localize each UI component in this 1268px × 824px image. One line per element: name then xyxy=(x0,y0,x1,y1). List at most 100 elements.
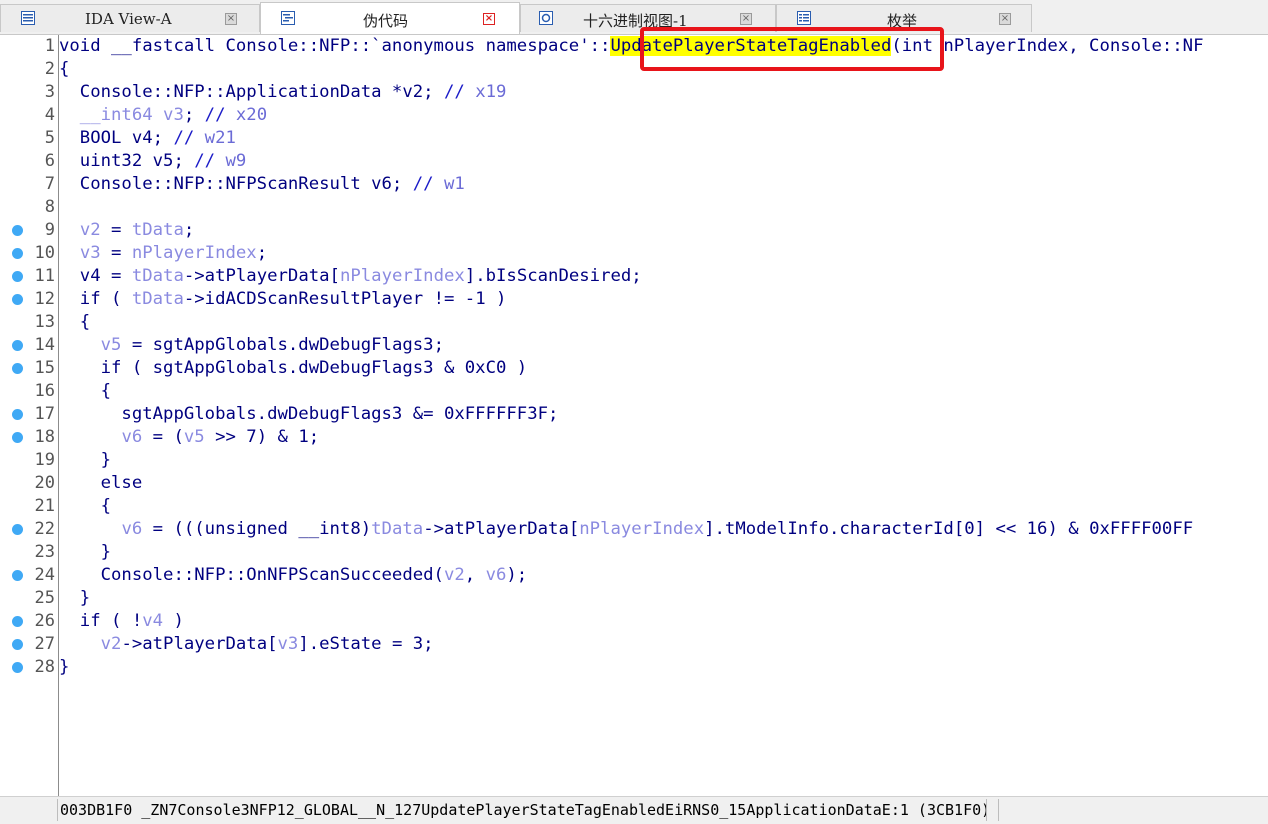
variable[interactable]: v2 xyxy=(80,220,101,240)
breakpoint-dot-icon[interactable] xyxy=(12,225,23,236)
code-text[interactable]: __int64 v3; // x20 xyxy=(59,104,267,127)
breakpoint-dot-icon[interactable] xyxy=(12,616,23,627)
line-number: 4 xyxy=(44,105,55,125)
code-line[interactable]: 17 sgtAppGlobals.dwDebugFlags3 &= 0xFFFF… xyxy=(0,403,1268,426)
code-text[interactable]: v2->atPlayerData[v3].eState = 3; xyxy=(59,633,434,656)
code-line[interactable]: 3 Console::NFP::ApplicationData *v2; // … xyxy=(0,81,1268,104)
variable[interactable]: v6 xyxy=(121,519,142,539)
code-text[interactable]: } xyxy=(59,541,111,564)
code-text[interactable]: v3 = nPlayerIndex; xyxy=(59,242,267,265)
variable[interactable]: tData xyxy=(371,519,423,539)
code-text[interactable]: { xyxy=(59,495,111,518)
breakpoint-dot-icon[interactable] xyxy=(12,340,23,351)
variable[interactable]: v2 xyxy=(444,565,465,585)
code-line[interactable]: 7 Console::NFP::NFPScanResult v6; // w1 xyxy=(0,173,1268,196)
status-separator xyxy=(57,799,58,821)
close-icon[interactable]: × xyxy=(483,13,495,25)
variable[interactable]: tData xyxy=(132,289,184,309)
variable[interactable]: tData xyxy=(132,220,184,240)
code-text[interactable]: { xyxy=(59,58,69,81)
code-text[interactable]: v6 = (v5 >> 7) & 1; xyxy=(59,426,319,449)
code-text[interactable]: Console::NFP::NFPScanResult v6; // w1 xyxy=(59,173,465,196)
tab-bar: IDA View-A × 伪代码 × 十六进制视图-1 × 枚举 × xyxy=(0,0,1268,35)
variable[interactable]: v6 xyxy=(486,565,507,585)
variable[interactable]: nPlayerIndex xyxy=(579,519,704,539)
variable[interactable]: v6 xyxy=(121,427,142,447)
tab-pseudocode[interactable]: 伪代码 × xyxy=(260,2,520,34)
breakpoint-dot-icon[interactable] xyxy=(12,248,23,259)
code-line[interactable]: 24 Console::NFP::OnNFPScanSucceeded(v2, … xyxy=(0,564,1268,587)
breakpoint-dot-icon[interactable] xyxy=(12,409,23,420)
code-line[interactable]: 12 if ( tData->idACDScanResultPlayer != … xyxy=(0,288,1268,311)
code-line[interactable]: 18 v6 = (v5 >> 7) & 1; xyxy=(0,426,1268,449)
variable[interactable]: v4 xyxy=(142,611,163,631)
breakpoint-dot-icon[interactable] xyxy=(12,570,23,581)
code-line[interactable]: 26 if ( !v4 ) xyxy=(0,610,1268,633)
code-line[interactable]: 19 } xyxy=(0,449,1268,472)
code-text[interactable]: void __fastcall Console::NFP::`anonymous… xyxy=(59,35,1204,58)
code-line[interactable]: 15 if ( sgtAppGlobals.dwDebugFlags3 & 0x… xyxy=(0,357,1268,380)
code-line[interactable]: 20 else xyxy=(0,472,1268,495)
code-line[interactable]: 25 } xyxy=(0,587,1268,610)
code-line[interactable]: 14 v5 = sgtAppGlobals.dwDebugFlags3; xyxy=(0,334,1268,357)
code-text[interactable]: v4 = tData->atPlayerData[nPlayerIndex].b… xyxy=(59,265,642,288)
code-line[interactable]: 10 v3 = nPlayerIndex; xyxy=(0,242,1268,265)
code-text[interactable]: if ( !v4 ) xyxy=(59,610,184,633)
code-line[interactable]: 13 { xyxy=(0,311,1268,334)
code-text[interactable]: if ( sgtAppGlobals.dwDebugFlags3 & 0xC0 … xyxy=(59,357,528,380)
code-text[interactable]: { xyxy=(59,380,111,403)
code-line[interactable]: 5 BOOL v4; // w21 xyxy=(0,127,1268,150)
code-text[interactable]: BOOL v4; // w21 xyxy=(59,127,236,150)
code-line[interactable]: 28 } xyxy=(0,656,1268,679)
code-text[interactable]: } xyxy=(59,587,90,610)
code-text[interactable]: } xyxy=(59,449,111,472)
annotation-highlight-box xyxy=(640,27,944,71)
pseudocode-editor[interactable]: 1 void __fastcall Console::NFP::`anonymo… xyxy=(0,35,1268,796)
variable[interactable]: v3 xyxy=(163,105,184,125)
code-text[interactable]: sgtAppGlobals.dwDebugFlags3 &= 0xFFFFFF3… xyxy=(59,403,558,426)
code-text[interactable]: v2 = tData; xyxy=(59,219,194,242)
code-text[interactable]: } xyxy=(59,656,69,679)
code-line[interactable]: 4 __int64 v3; // x20 xyxy=(0,104,1268,127)
code-text[interactable]: Console::NFP::ApplicationData *v2; // x1… xyxy=(59,81,507,104)
breakpoint-dot-icon[interactable] xyxy=(12,363,23,374)
code-line[interactable]: 11 v4 = tData->atPlayerData[nPlayerIndex… xyxy=(0,265,1268,288)
breakpoint-dot-icon[interactable] xyxy=(12,432,23,443)
code-token: = (((unsigned __int8) xyxy=(142,519,372,539)
variable[interactable]: v3 xyxy=(278,634,299,654)
breakpoint-dot-icon[interactable] xyxy=(12,639,23,650)
code-text[interactable]: v6 = (((unsigned __int8)tData->atPlayerD… xyxy=(59,518,1193,541)
variable[interactable]: v5 xyxy=(184,427,205,447)
code-text[interactable]: else xyxy=(59,472,143,495)
code-line[interactable]: 27 v2->atPlayerData[v3].eState = 3; xyxy=(0,633,1268,656)
code-text[interactable]: { xyxy=(59,311,90,334)
close-icon[interactable]: × xyxy=(999,13,1011,25)
code-line[interactable]: 21 { xyxy=(0,495,1268,518)
code-text[interactable]: v5 = sgtAppGlobals.dwDebugFlags3; xyxy=(59,334,444,357)
variable[interactable]: v2 xyxy=(101,634,122,654)
code-line[interactable]: 22 v6 = (((unsigned __int8)tData->atPlay… xyxy=(0,518,1268,541)
code-line[interactable]: 6 uint32 v5; // w9 xyxy=(0,150,1268,173)
variable[interactable]: v3 xyxy=(80,243,101,263)
variable[interactable]: tData xyxy=(132,266,184,286)
variable[interactable]: nPlayerIndex xyxy=(340,266,465,286)
code-text[interactable]: if ( tData->idACDScanResultPlayer != -1 … xyxy=(59,288,507,311)
code-line[interactable]: 16 { xyxy=(0,380,1268,403)
variable[interactable]: nPlayerIndex xyxy=(132,243,257,263)
code-text[interactable]: uint32 v5; // w9 xyxy=(59,150,247,173)
close-icon[interactable]: × xyxy=(740,13,752,25)
variable[interactable]: v5 xyxy=(101,335,122,355)
code-line[interactable]: 8 xyxy=(0,196,1268,219)
breakpoint-dot-icon[interactable] xyxy=(12,294,23,305)
code-line[interactable]: 23 } xyxy=(0,541,1268,564)
close-icon[interactable]: × xyxy=(225,13,237,25)
code-line[interactable]: 1 void __fastcall Console::NFP::`anonymo… xyxy=(0,35,1268,58)
tab-ida-view-a[interactable]: IDA View-A × xyxy=(0,4,260,32)
breakpoint-dot-icon[interactable] xyxy=(12,662,23,673)
breakpoint-dot-icon[interactable] xyxy=(12,271,23,282)
breakpoint-dot-icon[interactable] xyxy=(12,524,23,535)
code-text[interactable]: Console::NFP::OnNFPScanSucceeded(v2, v6)… xyxy=(59,564,528,587)
code-line[interactable]: 9 v2 = tData; xyxy=(0,219,1268,242)
code-line[interactable]: 2 { xyxy=(0,58,1268,81)
